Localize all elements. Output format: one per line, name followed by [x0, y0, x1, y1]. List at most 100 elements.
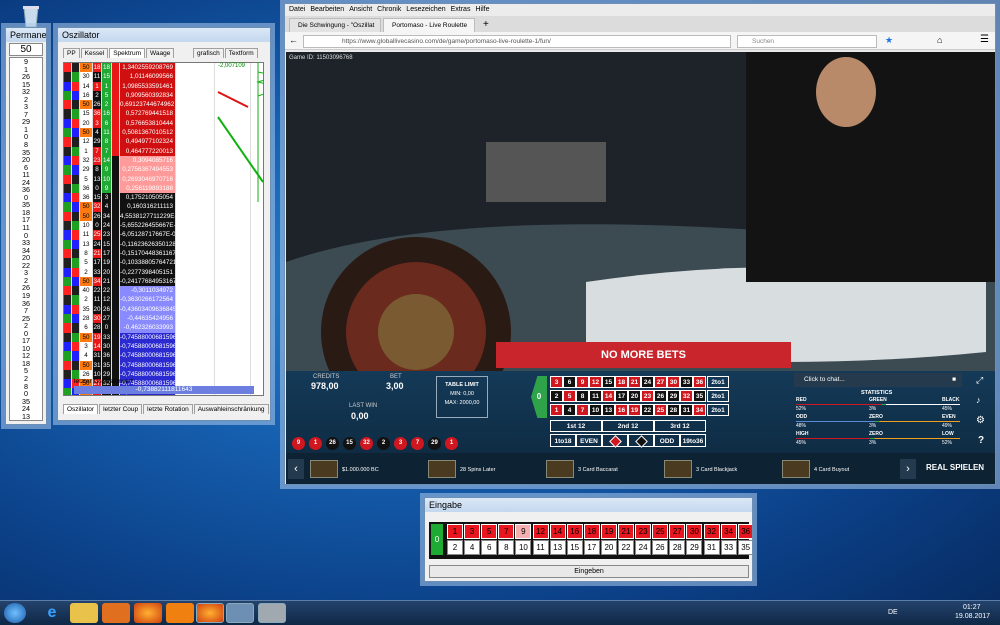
tab-auswahleinschraenkung[interactable]: Auswahleinschränkung [193, 404, 269, 414]
eingabe-number-20[interactable]: 20 [600, 540, 617, 555]
game-name[interactable]: 3 Card Blackjack [696, 467, 737, 473]
even-bet[interactable]: EVEN [576, 434, 602, 447]
eingabe-number-9[interactable]: 9 [515, 524, 532, 539]
eingabe-number-18[interactable]: 18 [583, 524, 600, 539]
eingabe-number-36[interactable]: 36 [737, 524, 752, 539]
media-player-icon[interactable] [102, 603, 130, 623]
table-number-10[interactable]: 10 [589, 404, 602, 416]
tab-letzter-coup[interactable]: letzter Coup [99, 404, 143, 414]
dozen-bet[interactable]: 3rd 12 [654, 420, 706, 432]
table-number-25[interactable]: 25 [654, 404, 667, 416]
table-number-13[interactable]: 13 [602, 404, 615, 416]
eingabe-number-21[interactable]: 21 [618, 524, 634, 539]
table-number-30[interactable]: 30 [667, 376, 680, 388]
ie-icon[interactable]: e [38, 603, 66, 623]
permanenz-current-value[interactable]: 50 [9, 43, 43, 56]
eingabe-number-34[interactable]: 34 [720, 524, 737, 539]
table-number-21[interactable]: 21 [628, 376, 641, 388]
game-name[interactable]: 3 Card Baccarat [578, 467, 618, 473]
browser-tab-portomaso[interactable]: Portomaso - Live Roulette [383, 18, 475, 32]
language-indicator[interactable]: DE [888, 609, 898, 616]
game-thumb[interactable] [782, 460, 810, 478]
tab-spektrum[interactable]: Spektrum [109, 48, 146, 58]
eingabe-number-19[interactable]: 19 [600, 524, 617, 539]
table-number-31[interactable]: 31 [680, 404, 693, 416]
eingabe-number-13[interactable]: 13 [549, 540, 566, 555]
vlc-icon[interactable] [166, 603, 194, 623]
eingabe-number-27[interactable]: 27 [669, 524, 686, 539]
explorer-icon[interactable] [70, 603, 98, 623]
table-number-20[interactable]: 20 [628, 390, 641, 402]
eingabe-number-29[interactable]: 29 [686, 540, 703, 555]
dozen-bet[interactable]: 1st 12 [550, 420, 602, 432]
eingabe-number-16[interactable]: 16 [566, 524, 583, 539]
low-bet[interactable]: 1to18 [550, 434, 576, 447]
eingabe-number-5[interactable]: 5 [481, 524, 498, 539]
tab-kessel[interactable]: Kessel [80, 48, 109, 58]
game-thumb[interactable] [546, 460, 574, 478]
table-number-18[interactable]: 18 [615, 376, 628, 388]
eingabe-number-31[interactable]: 31 [703, 540, 720, 555]
table-number-23[interactable]: 23 [641, 390, 654, 402]
game-name[interactable]: 4 Card Buyout [814, 467, 849, 473]
table-number-16[interactable]: 16 [615, 404, 628, 416]
table-number-33[interactable]: 33 [680, 376, 693, 388]
eingabe-number-6[interactable]: 6 [481, 540, 498, 555]
tab-textform[interactable]: Textform [224, 48, 258, 58]
tab-letzte-rotation[interactable]: letzte Rotation [143, 404, 193, 414]
table-number-1[interactable]: 1 [550, 404, 563, 416]
table-number-15[interactable]: 15 [602, 376, 615, 388]
start-button-icon[interactable] [4, 603, 26, 623]
table-number-36[interactable]: 36 [693, 376, 706, 388]
eingabe-number-1[interactable]: 1 [447, 524, 463, 539]
settings-gear-icon[interactable]: ⚙ [976, 415, 985, 426]
clock-time[interactable]: 01:27 [963, 604, 981, 611]
menu-icon[interactable]: ☰ [980, 34, 989, 45]
eingabe-number-14[interactable]: 14 [549, 524, 566, 539]
recycle-bin-icon[interactable] [20, 4, 42, 28]
back-icon[interactable]: ← [289, 35, 298, 45]
eingabe-number-24[interactable]: 24 [635, 540, 652, 555]
table-number-8[interactable]: 8 [576, 390, 589, 402]
eingabe-number-7[interactable]: 7 [498, 524, 515, 539]
eingabe-number-28[interactable]: 28 [669, 540, 686, 555]
fullscreen-icon[interactable]: ⤢ [976, 375, 983, 386]
table-number-17[interactable]: 17 [615, 390, 628, 402]
bookmark-star-icon[interactable]: ★ [885, 35, 893, 46]
menu-hilfe[interactable]: Hilfe [475, 4, 489, 16]
chat-box[interactable]: Click to chat... ■ [794, 373, 962, 387]
table-number-35[interactable]: 35 [693, 390, 706, 402]
table-number-26[interactable]: 26 [654, 390, 667, 402]
column-bet[interactable]: 2to1 [707, 390, 729, 402]
eingabe-number-25[interactable]: 25 [652, 524, 669, 539]
table-number-2[interactable]: 2 [550, 390, 563, 402]
table-number-28[interactable]: 28 [667, 404, 680, 416]
table-number-34[interactable]: 34 [693, 404, 706, 416]
eingabe-number-8[interactable]: 8 [498, 540, 515, 555]
table-number-12[interactable]: 12 [589, 376, 602, 388]
browser-tab-schwingung[interactable]: Die Schwingung - "Oszillat [289, 18, 381, 32]
eingabe-number-2[interactable]: 2 [447, 540, 463, 555]
black-bet[interactable] [628, 434, 654, 448]
table-number-22[interactable]: 22 [641, 404, 654, 416]
table-number-11[interactable]: 11 [589, 390, 602, 402]
menu-chronik[interactable]: Chronik [377, 4, 401, 16]
menu-lesezeichen[interactable]: Lesezeichen [406, 4, 445, 16]
eingabe-number-22[interactable]: 22 [618, 540, 634, 555]
sound-icon[interactable]: ♪ [976, 395, 981, 405]
game-thumb[interactable] [664, 460, 692, 478]
eingabe-number-33[interactable]: 33 [720, 540, 737, 555]
menu-extras[interactable]: Extras [451, 4, 471, 16]
game-name[interactable]: 28 Spins Later [460, 467, 495, 473]
url-bar[interactable]: https://www.globallivecasino.com/de/game… [303, 35, 731, 48]
eingabe-number-4[interactable]: 4 [464, 540, 481, 555]
game-name[interactable]: $1.000.000 BC [342, 467, 379, 473]
carousel-prev-icon[interactable]: ‹ [288, 459, 304, 479]
table-number-4[interactable]: 4 [563, 404, 576, 416]
eingabe-number-15[interactable]: 15 [566, 540, 583, 555]
eingabe-number-3[interactable]: 3 [464, 524, 481, 539]
table-number-3[interactable]: 3 [550, 376, 563, 388]
column-bet[interactable]: 2to1 [707, 376, 729, 388]
permanenz-list[interactable]: 9 1 26 15 32 2 3 7 29 1 0 8 35 20 6 11 24 36 0 35 18 17 11 0 33 3… [9, 57, 43, 421]
menu-datei[interactable]: Datei [289, 4, 305, 16]
